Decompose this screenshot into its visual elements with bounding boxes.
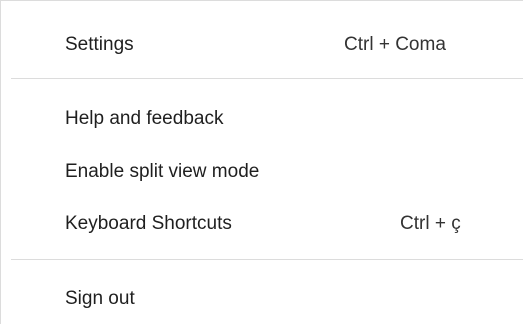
menu-item-help-and-feedback[interactable]: Help and feedback [1, 99, 523, 139]
menu-item-label: Sign out [65, 288, 135, 309]
menu-item-enable-split-view[interactable]: Enable split view mode [1, 152, 523, 192]
menu-item-shortcut: Ctrl + ç [400, 213, 461, 234]
menu-item-keyboard-shortcuts[interactable]: Keyboard Shortcuts Ctrl + ç [1, 204, 523, 244]
context-menu: Settings Ctrl + Coma Help and feedback E… [0, 0, 523, 324]
menu-divider [11, 78, 523, 79]
menu-item-settings[interactable]: Settings Ctrl + Coma [1, 25, 523, 65]
menu-item-label: Help and feedback [65, 108, 224, 129]
menu-item-label: Enable split view mode [65, 161, 260, 182]
menu-item-shortcut: Ctrl + Coma [344, 34, 446, 55]
menu-item-label: Keyboard Shortcuts [65, 213, 232, 234]
menu-item-sign-out[interactable]: Sign out [1, 279, 523, 319]
menu-divider [11, 259, 523, 260]
menu-item-label: Settings [65, 34, 134, 55]
